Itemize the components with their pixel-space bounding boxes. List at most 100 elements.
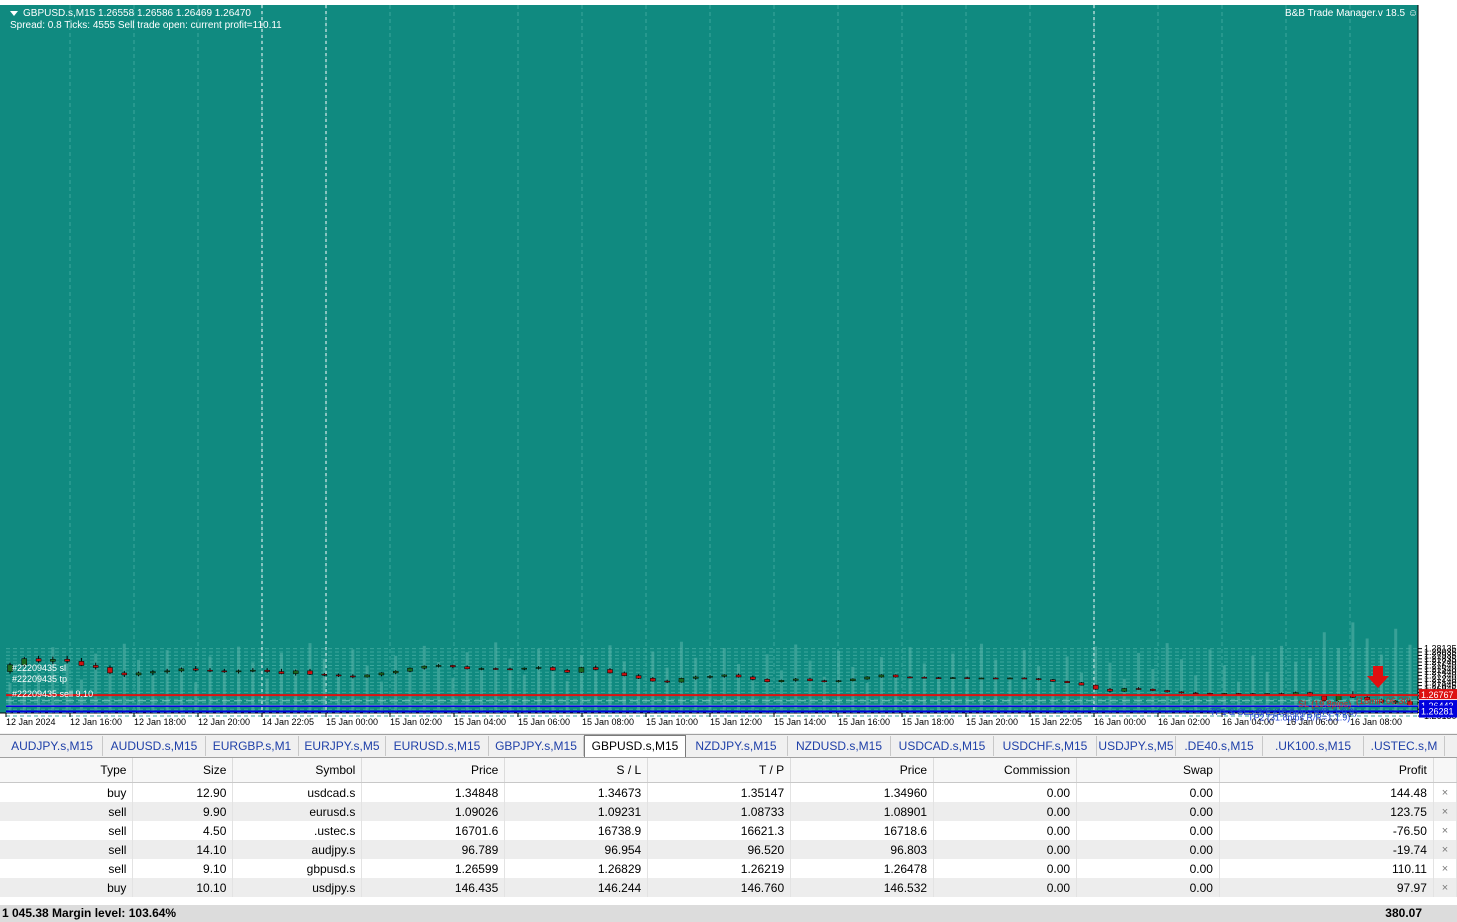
chart-tab[interactable]: USDJPY.s,M5 [1097,736,1176,756]
chart-tab[interactable]: NZDUSD.s,M15 [788,736,891,756]
position-cell: buy [0,782,134,802]
chart-tab[interactable]: GBPUSD.s,M15 [584,735,686,757]
trade-terminal: Type Size Symbol Price S / LT / P Price Commis… [0,758,1457,922]
candle-body [692,676,699,679]
candle-body [107,667,113,674]
position-cell: 9.10 [132,859,234,878]
position-cell: sell [0,802,134,821]
time-tick-label: 12 Jan 2024 [6,717,56,727]
column-header[interactable]: S / L [504,758,649,783]
position-cell: 146.532 [790,878,935,897]
position-cell: sell [0,821,134,840]
candle-body [1107,688,1113,692]
plot-area [6,5,1418,713]
position-cell: 0.00 [933,821,1078,840]
candle-body [450,665,456,668]
column-header[interactable]: Swap [1076,758,1220,783]
candle-body [1064,681,1070,683]
candle-body [492,668,499,670]
position-cell: buy [0,878,134,897]
position-row[interactable]: sell 9.10 gbpusd.s 1.26599 1.26829 1.26219 1.2… [0,859,1457,878]
close-position-icon[interactable]: × [1433,859,1457,878]
position-row[interactable]: sell 9.90 eurusd.s 1.09026 1.09231 1.08733 1.0… [0,802,1457,821]
column-header[interactable]: Price [790,758,935,783]
candle-body [250,669,256,672]
chart-tab[interactable]: EURGBP.s,M1 [206,736,299,756]
candle-body [778,680,785,682]
chart-tab[interactable]: GBPJPY.s,M15 [489,736,584,756]
close-position-icon[interactable]: × [1433,782,1457,802]
chart-tab[interactable]: .DE40.s,M15 [1176,736,1263,756]
time-tick-label: 15 Jan 20:00 [966,717,1018,727]
dropdown-triangle-icon[interactable] [10,10,18,16]
position-cell: 1.09026 [361,802,506,821]
column-header[interactable]: Symbol [232,758,363,783]
position-cell: 1.35147 [647,782,792,802]
chart-tab[interactable]: .UK100.s,M15 [1263,736,1364,756]
candle-body [221,670,228,673]
position-row[interactable]: buy 10.10 usdjpy.s 146.435 146.244 146.760 146… [0,878,1457,897]
candle-body [50,659,56,662]
close-position-icon[interactable]: × [1433,821,1457,840]
trade-manager-label: B&B Trade Manager.v 18.5 ☺ [1285,8,1418,19]
position-row[interactable]: buy 12.90 usdcad.s 1.34848 1.34673 1.35147 1.3… [0,782,1457,802]
candle-body [278,671,285,674]
chart-tab[interactable]: .USTEC.s,M [1364,736,1445,756]
candle-body [192,668,199,671]
candle-body [850,678,856,681]
candle-body [421,665,428,669]
close-position-icon[interactable]: × [1433,840,1457,859]
column-header[interactable]: Price [361,758,506,783]
chart-tab[interactable]: AUDUSD.s,M15 [103,736,206,756]
column-header[interactable]: Profit [1219,758,1434,783]
chart-tab[interactable]: NZDJPY.s,M15 [685,736,788,756]
candle-body [950,677,956,679]
column-header[interactable]: T / P [647,758,792,783]
candle-body [878,674,885,678]
time-tick-label: 15 Jan 10:00 [646,717,698,727]
chart-header: GBPUSD.s,M15 1.26558 1.26586 1.26469 1.2… [10,8,251,19]
time-tick-label: 15 Jan 04:00 [454,717,506,727]
position-cell: 16621.3 [647,821,792,840]
chart-tab[interactable]: USDCAD.s,M15 [891,736,994,756]
candle-body [264,669,270,672]
position-cell: 96.520 [647,840,792,859]
position-cell: 1.08901 [790,802,935,821]
position-row[interactable]: sell 4.50 .ustec.s 16701.6 16738.9 16621.3 167… [0,821,1457,840]
candle-body [764,679,770,682]
position-cell: 4.50 [132,821,234,840]
column-header[interactable]: Commission [933,758,1078,783]
close-position-icon[interactable]: × [1433,802,1457,821]
position-cell: 9.90 [132,802,234,821]
column-header[interactable]: Size [132,758,234,783]
close-position-icon[interactable]: × [1433,878,1457,897]
entry-order-label: #22209435 sell 9.10 [12,689,93,699]
position-cell: 1.26829 [504,859,649,878]
position-cell: gbpusd.s [232,859,363,878]
candle-body [64,659,70,662]
chart-window[interactable]: 1.28135 1.28035 1.27935 1.27835 1.27740 1.276… [0,0,1457,733]
price-chart[interactable]: 1.281351.280351.279351.278351.277401.276… [0,0,1457,733]
table-header-row: Type Size Symbol Price S / LT / P Price Commis… [0,758,1457,783]
time-tick-label: 15 Jan 06:00 [518,717,570,727]
candle-body [164,670,170,673]
position-row[interactable]: sell 14.10 audjpy.s 96.789 96.954 96.520 96.80… [0,840,1457,859]
tp-order-label: #22209435 tp [12,674,67,684]
position-cell: 1.34673 [504,782,649,802]
position-cell: 10.10 [132,878,234,897]
candle-body [621,672,628,676]
column-header[interactable]: Type [0,758,134,783]
chart-tab[interactable]: EURUSD.s,M15 [386,736,489,756]
candle-body [935,677,942,679]
candle-body [121,672,128,676]
chart-tab[interactable]: AUDJPY.s,M15 [2,736,103,756]
position-cell: 1.26219 [647,859,792,878]
chart-tab[interactable]: USDCHF.s,M15 [994,736,1097,756]
candle-body [678,678,685,683]
candle-body [707,676,713,678]
candle-body [921,677,928,679]
candle-body [564,669,570,673]
chart-tab[interactable]: EURJPY.s,M5 [299,736,386,756]
candle-body [907,676,913,679]
margin-level-text: 1 045.38 Margin level: 103.64% [2,906,177,920]
